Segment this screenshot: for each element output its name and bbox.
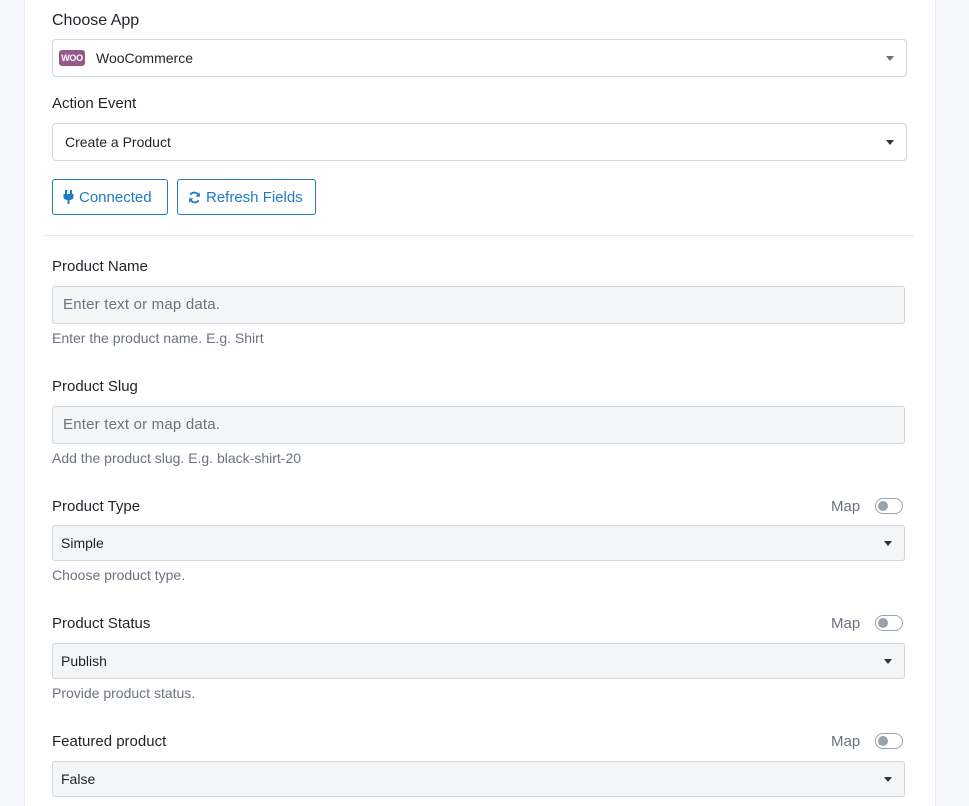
- choose-app-label: Choose App: [52, 12, 140, 29]
- product-status-select[interactable]: Publish: [52, 643, 905, 679]
- product-status-help: Provide product status.: [52, 685, 196, 701]
- toggle-knob: [878, 618, 888, 628]
- product-slug-help: Add the product slug. E.g. black-shirt-2…: [52, 450, 302, 466]
- product-slug-input[interactable]: Enter text or map data.: [52, 406, 905, 444]
- refresh-icon: [188, 191, 201, 204]
- product-slug-label: Product Slug: [52, 378, 138, 395]
- woocommerce-logo-icon: WOO: [59, 50, 85, 66]
- product-type-select[interactable]: Simple: [52, 525, 905, 561]
- plug-icon: [63, 190, 74, 204]
- refresh-fields-button[interactable]: Refresh Fields: [177, 179, 316, 215]
- chevron-down-icon: [884, 541, 892, 546]
- product-status-map-label: Map: [831, 615, 861, 632]
- featured-product-map-toggle[interactable]: [875, 733, 903, 749]
- choose-app-value: WooCommerce: [96, 50, 193, 66]
- refresh-fields-button-label: Refresh Fields: [206, 188, 303, 206]
- form-panel: Choose App WOO WooCommerce Action Event …: [24, 0, 936, 806]
- product-name-label: Product Name: [52, 258, 148, 275]
- toggle-knob: [878, 736, 888, 746]
- product-type-help: Choose product type.: [52, 567, 186, 583]
- chevron-down-icon: [884, 659, 892, 664]
- chevron-down-icon: [884, 777, 892, 782]
- product-name-help: Enter the product name. E.g. Shirt: [52, 330, 264, 346]
- product-status-label: Product Status: [52, 615, 151, 632]
- product-name-placeholder: Enter text or map data.: [63, 296, 221, 313]
- action-event-value: Create a Product: [65, 134, 171, 150]
- connected-button-label: Connected: [79, 188, 152, 206]
- product-type-value: Simple: [61, 535, 104, 551]
- section-divider: [45, 235, 914, 236]
- action-event-label: Action Event: [52, 95, 137, 112]
- chevron-down-icon: [886, 140, 894, 145]
- toggle-knob: [878, 501, 888, 511]
- featured-product-label: Featured product: [52, 733, 167, 750]
- featured-product-select[interactable]: False: [52, 761, 905, 797]
- choose-app-select[interactable]: WOO WooCommerce: [52, 39, 907, 77]
- featured-product-map-label: Map: [831, 733, 861, 750]
- product-type-map-label: Map: [831, 498, 861, 515]
- product-name-input[interactable]: Enter text or map data.: [52, 286, 905, 324]
- featured-product-value: False: [61, 771, 96, 787]
- product-status-map-toggle[interactable]: [875, 615, 903, 631]
- product-type-label: Product Type: [52, 498, 141, 515]
- connected-button[interactable]: Connected: [52, 179, 168, 215]
- product-type-map-toggle[interactable]: [875, 498, 903, 514]
- action-event-select[interactable]: Create a Product: [52, 123, 907, 161]
- chevron-down-icon: [886, 56, 894, 61]
- product-slug-placeholder: Enter text or map data.: [63, 416, 221, 433]
- product-status-value: Publish: [61, 653, 107, 669]
